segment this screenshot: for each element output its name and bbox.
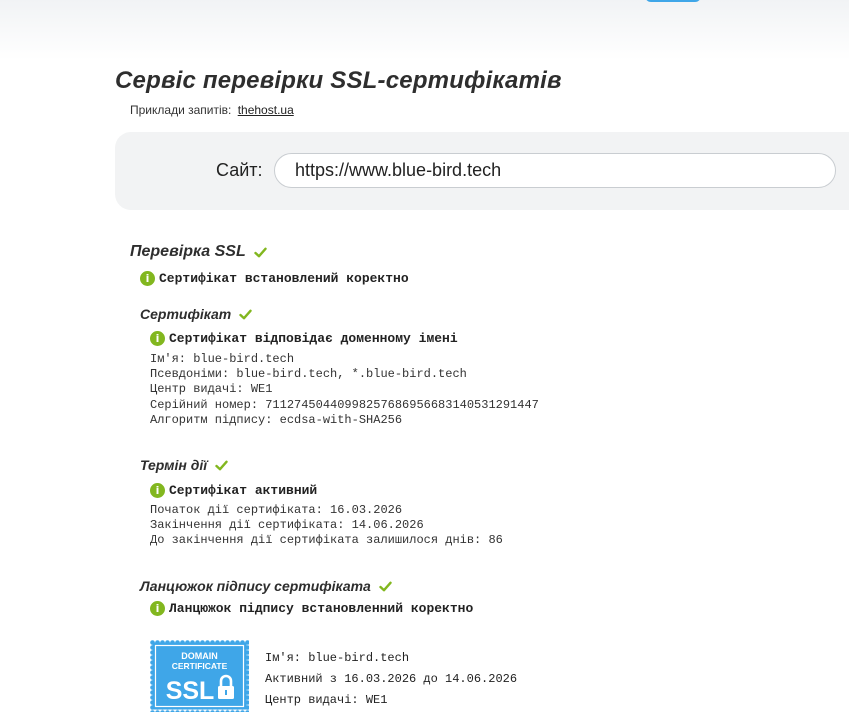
chain-issuer: Центр видачі: WE1 — [265, 693, 388, 707]
validity-status: i Сертифікат активний — [150, 483, 317, 498]
chain-heading: Ланцюжок підпису сертифіката — [140, 578, 392, 594]
chain-active-range: Активний з 16.03.2026 до 14.06.2026 — [265, 672, 518, 686]
chain-details: Ім'я: blue-bird.tech Активний з 16.03.20… — [265, 648, 517, 711]
ssl-check-title: Перевірка SSL — [130, 243, 246, 260]
info-icon: i — [150, 483, 165, 498]
example-link[interactable]: thehost.ua — [238, 103, 294, 117]
certificate-details: Ім'я: blue-bird.tech Псевдоніми: blue-bi… — [150, 352, 539, 428]
certificate-aliases: Псевдоніми: blue-bird.tech, *.blue-bird.… — [150, 367, 467, 382]
examples-label: Приклади запитів: — [130, 103, 232, 117]
certificate-name: Ім'я: blue-bird.tech — [150, 352, 295, 366]
certificate-serial: Серійний номер: 711274504409982576869566… — [150, 397, 539, 412]
ssl-check-status: i Сертифікат встановлений коректно — [140, 271, 409, 286]
check-icon — [215, 460, 228, 470]
chain-status-text: Ланцюжок підпису встановленний коректно — [169, 601, 474, 616]
ssl-check-heading: Перевірка SSL — [130, 243, 267, 261]
page-title: Сервіс перевірки SSL-сертифікатів — [115, 67, 562, 94]
site-input[interactable] — [274, 153, 836, 188]
chain-title: Ланцюжок підпису сертифіката — [140, 578, 371, 594]
certificate-heading: Сертифікат — [140, 306, 252, 322]
certificate-issuer: Центр видачі: WE1 — [150, 382, 273, 397]
info-icon: i — [150, 601, 165, 616]
validity-start: Початок дії сертифіката: 16.03.2026 — [150, 503, 403, 517]
certificate-status-text: Сертифікат відповідає доменному імені — [169, 331, 458, 346]
validity-status-text: Сертифікат активний — [169, 483, 318, 498]
check-icon — [379, 581, 392, 591]
badge-line-3: SSL — [166, 677, 215, 705]
validity-end: Закінчення дії сертифіката: 14.06.2026 — [150, 518, 424, 533]
ssl-check-status-text: Сертифікат встановлений коректно — [159, 271, 409, 286]
check-icon — [254, 247, 267, 257]
info-icon: i — [150, 331, 165, 346]
badge-line-2: CERTIFICATE — [172, 661, 228, 671]
examples-row: Приклади запитів: thehost.ua — [130, 103, 294, 117]
top-button-edge[interactable] — [645, 0, 701, 2]
certificate-title: Сертифікат — [140, 306, 232, 322]
top-background — [0, 0, 849, 60]
validity-details: Початок дії сертифіката: 16.03.2026 Закі… — [150, 503, 503, 549]
certificate-status: i Сертифікат відповідає доменному імені — [150, 331, 458, 346]
chain-name: Ім'я: blue-bird.tech — [265, 651, 410, 665]
validity-days-left: До закінчення дії сертифіката залишилося… — [150, 533, 503, 548]
validity-heading: Термін дії — [140, 457, 228, 473]
info-icon: i — [140, 271, 155, 286]
check-icon — [239, 309, 252, 319]
ssl-certificate-badge: DOMAIN CERTIFICATE SSL — [150, 640, 249, 712]
badge-line-1: DOMAIN — [181, 651, 218, 661]
certificate-algorithm: Алгоритм підпису: ecdsa-with-SHA256 — [150, 412, 403, 427]
chain-status: i Ланцюжок підпису встановленний коректн… — [150, 601, 473, 616]
validity-title: Термін дії — [140, 457, 208, 473]
site-label: Сайт: — [216, 160, 263, 180]
